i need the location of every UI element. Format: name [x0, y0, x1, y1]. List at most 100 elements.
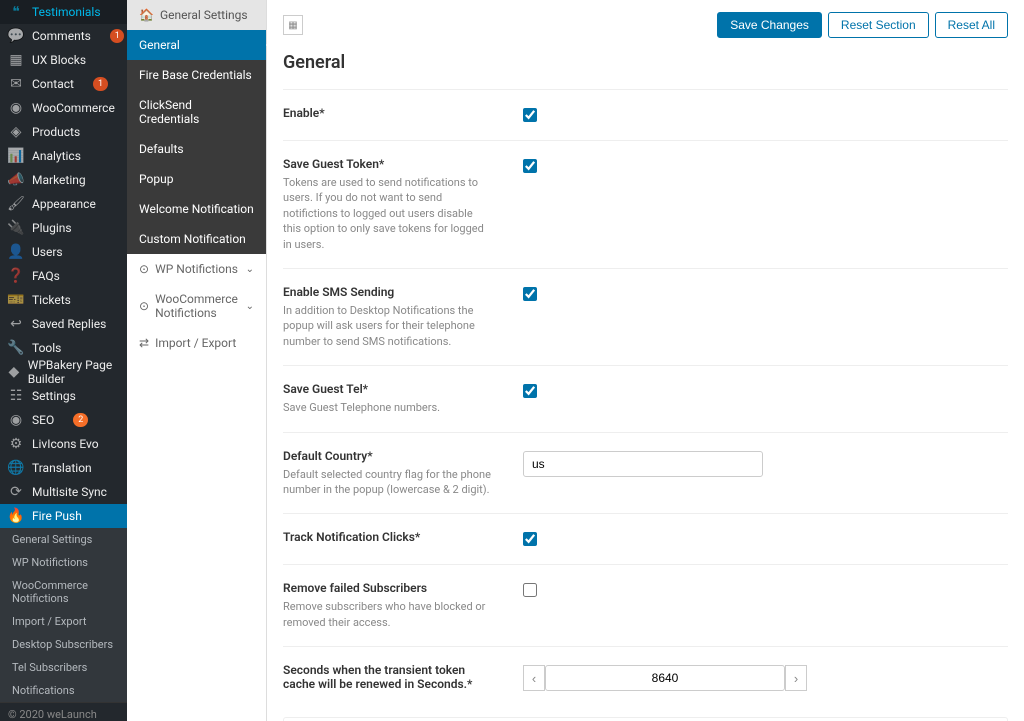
menu-livicons[interactable]: ⚙LivIcons Evo	[0, 432, 127, 456]
settings-firebase[interactable]: Fire Base Credentials	[127, 60, 266, 90]
translate-icon: 🌐	[8, 460, 24, 476]
menu-faqs[interactable]: ❓FAQs	[0, 264, 127, 288]
enable-sms-label: Enable SMS Sending	[283, 285, 493, 299]
reply-icon: ↩	[8, 316, 24, 332]
sliders-icon: ☷	[8, 388, 24, 404]
sub-importexport[interactable]: Import / Export	[0, 610, 127, 633]
plug-icon: 🔌	[8, 220, 24, 236]
main-content: ▦ Save Changes Reset Section Reset All G…	[267, 0, 1024, 721]
save-guest-token-label: Save Guest Token*	[283, 157, 493, 171]
menu-comments[interactable]: 💬Comments 1	[0, 24, 127, 48]
settings-wpnotif[interactable]: ⊙WP Notifictions⌄	[127, 254, 266, 284]
menu-tools[interactable]: 🔧Tools	[0, 336, 127, 360]
page-title: General	[283, 52, 1008, 73]
menu-testimonials[interactable]: ❝Testimonials	[0, 0, 127, 24]
wrench-icon: 🔧	[8, 340, 24, 356]
menu-settings[interactable]: ☷Settings	[0, 384, 127, 408]
menu-analytics[interactable]: 📊Analytics	[0, 144, 127, 168]
admin-sidebar: ❝Testimonials 💬Comments 1 ▦UX Blocks ✉Co…	[0, 0, 127, 721]
track-clicks-checkbox[interactable]	[523, 532, 537, 546]
blocks-icon: ▦	[8, 52, 24, 68]
save-guest-tel-checkbox[interactable]	[523, 384, 537, 398]
remove-failed-checkbox[interactable]	[523, 583, 537, 597]
field-enable-sms: Enable SMS Sending In addition to Deskto…	[283, 268, 1008, 365]
menu-savedreplies[interactable]: ↩Saved Replies	[0, 312, 127, 336]
sub-woonotif[interactable]: WooCommerce Notifictions	[0, 574, 127, 610]
woo-icon: ◉	[8, 100, 24, 116]
comment-icon: 💬	[8, 28, 24, 44]
settings-importexport[interactable]: ⇄Import / Export	[127, 328, 266, 358]
settings-popup[interactable]: Popup	[127, 164, 266, 194]
menu-appearance[interactable]: 🖌Appearance	[0, 192, 127, 216]
settings-woonotif[interactable]: ⊙WooCommerce Notifictions⌄	[127, 284, 266, 328]
menu-plugins[interactable]: 🔌Plugins	[0, 216, 127, 240]
field-save-guest-token: Save Guest Token* Tokens are used to sen…	[283, 140, 1008, 268]
save-changes-button[interactable]: Save Changes	[717, 12, 822, 38]
field-enable: Enable*	[283, 89, 1008, 140]
menu-wpbakery[interactable]: ◆WPBakery Page Builder	[0, 360, 127, 384]
settings-general[interactable]: General	[127, 30, 266, 60]
field-default-country: Default Country* Default selected countr…	[283, 432, 1008, 514]
menu-multisite[interactable]: ⟳Multisite Sync	[0, 480, 127, 504]
reset-all-button[interactable]: Reset All	[935, 12, 1008, 38]
settings-clicksend[interactable]: ClickSend Credentials	[127, 90, 266, 134]
fire-icon: 🔥	[8, 508, 24, 524]
faq-icon: ❓	[8, 268, 24, 284]
contact-badge: 1	[93, 77, 108, 91]
sub-tel[interactable]: Tel Subscribers	[0, 656, 127, 679]
spinner-up-button[interactable]: ›	[785, 665, 807, 691]
save-guest-tel-label: Save Guest Tel*	[283, 382, 493, 396]
menu-products[interactable]: ◈Products	[0, 120, 127, 144]
spinner-down-button[interactable]: ‹	[523, 665, 545, 691]
analytics-icon: 📊	[8, 148, 24, 164]
menu-contact[interactable]: ✉Contact 1	[0, 72, 127, 96]
quote-icon: ❝	[8, 4, 24, 20]
sub-notifications[interactable]: Notifications	[0, 679, 127, 702]
settings-sidebar: 🏠General Settings General Fire Base Cred…	[127, 0, 267, 721]
comments-badge: 1	[110, 29, 124, 43]
track-clicks-label: Track Notification Clicks*	[283, 530, 493, 544]
mail-icon: ✉	[8, 76, 24, 92]
products-icon: ◈	[8, 124, 24, 140]
enable-label: Enable*	[283, 106, 493, 120]
firepush-submenu: General Settings WP Notifictions WooComm…	[0, 528, 127, 702]
save-guest-tel-desc: Save Guest Telephone numbers.	[283, 400, 493, 415]
field-track-clicks: Track Notification Clicks*	[283, 513, 1008, 564]
field-transient: Seconds when the transient token cache w…	[283, 646, 1008, 711]
sub-wpnotif[interactable]: WP Notifictions	[0, 551, 127, 574]
default-country-input[interactable]	[523, 451, 763, 477]
save-guest-token-desc: Tokens are used to send notifications to…	[283, 175, 493, 252]
transient-label: Seconds when the transient token cache w…	[283, 663, 493, 691]
remove-failed-label: Remove failed Subscribers	[283, 581, 493, 595]
default-country-desc: Default selected country flag for the ph…	[283, 467, 493, 498]
expand-icon[interactable]: ▦	[283, 15, 303, 35]
import-icon: ⇄	[139, 336, 149, 350]
settings-defaults[interactable]: Defaults	[127, 134, 266, 164]
menu-marketing[interactable]: 📣Marketing	[0, 168, 127, 192]
enable-sms-checkbox[interactable]	[523, 287, 537, 301]
top-bar: ▦ Save Changes Reset Section Reset All	[283, 12, 1008, 38]
reset-section-button[interactable]: Reset Section	[828, 12, 929, 38]
menu-seo[interactable]: ◉SEO 2	[0, 408, 127, 432]
menu-woocommerce[interactable]: ◉WooCommerce	[0, 96, 127, 120]
ticket-icon: 🎫	[8, 292, 24, 308]
menu-uxblocks[interactable]: ▦UX Blocks	[0, 48, 127, 72]
menu-firepush[interactable]: 🔥Fire Push	[0, 504, 127, 528]
menu-users[interactable]: 👤Users	[0, 240, 127, 264]
menu-translation[interactable]: 🌐Translation	[0, 456, 127, 480]
save-guest-token-checkbox[interactable]	[523, 159, 537, 173]
enable-checkbox[interactable]	[523, 108, 537, 122]
settings-welcome[interactable]: Welcome Notification	[127, 194, 266, 224]
field-save-guest-tel: Save Guest Tel* Save Guest Telephone num…	[283, 365, 1008, 431]
enable-sms-desc: In addition to Desktop Notifications the…	[283, 303, 493, 349]
home-icon: 🏠	[139, 8, 154, 22]
sub-general[interactable]: General Settings	[0, 528, 127, 551]
sub-desktop[interactable]: Desktop Subscribers	[0, 633, 127, 656]
menu-tickets[interactable]: 🎫Tickets	[0, 288, 127, 312]
settings-header: 🏠General Settings	[127, 0, 266, 30]
transient-input[interactable]	[545, 665, 785, 691]
remove-failed-desc: Remove subscribers who have blocked or r…	[283, 599, 493, 630]
bakery-icon: ◆	[8, 364, 20, 380]
sync-icon: ⟳	[8, 484, 24, 500]
settings-custom[interactable]: Custom Notification	[127, 224, 266, 254]
